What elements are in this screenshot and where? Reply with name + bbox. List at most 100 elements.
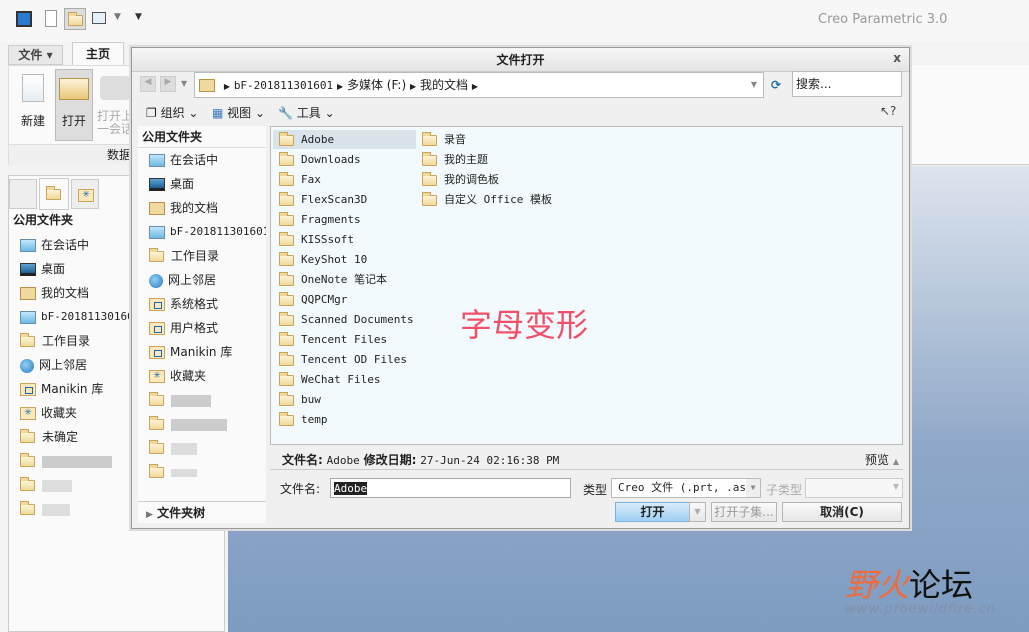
file-item[interactable]: Adobe — [273, 130, 416, 149]
path-segment[interactable]: bF-201811301601 — [234, 79, 333, 92]
chevron-down-icon[interactable]: ▼ — [114, 12, 121, 22]
folder-icon — [279, 331, 294, 346]
nav-item-documents[interactable]: 我的文档 — [149, 196, 266, 220]
subtype-select[interactable]: ▼ — [805, 478, 903, 498]
expand-arrow-icon: ▶ — [146, 510, 153, 520]
nav-item-network[interactable]: 网上邻居 — [149, 268, 266, 292]
folder-icon — [279, 391, 294, 406]
file-item[interactable]: 我的调色板 — [416, 170, 499, 189]
nav-item-blurred[interactable] — [149, 436, 266, 460]
working-dir-icon — [20, 333, 35, 347]
context-help-icon[interactable]: ↖? — [880, 104, 896, 118]
open-last-session-button[interactable]: 打开上 一会话 — [95, 70, 135, 140]
file-item[interactable]: KISSsoft — [273, 230, 354, 249]
favorites-icon: ✳ — [20, 407, 36, 420]
file-item[interactable]: Fax — [273, 170, 321, 189]
type-select[interactable]: Creo 文件 (.prt, .asm ▼ — [611, 478, 761, 498]
customize-icon[interactable]: ▼ — [135, 12, 142, 22]
path-segment[interactable]: 我的文档 — [420, 78, 468, 92]
address-bar[interactable]: ▶ bF-201811301601 ▶ 多媒体 (F:) ▶ 我的文档 ▶ ▼ — [194, 72, 764, 98]
preview-toggle[interactable]: 预览 ▲ — [865, 450, 899, 472]
overlay-annotation: 字母变形 — [460, 306, 589, 344]
close-button[interactable]: x — [893, 51, 901, 65]
nav-item-in-session[interactable]: 在会话中 — [149, 148, 266, 172]
organize-menu[interactable]: ❐ 组织 ⌄ — [146, 104, 198, 121]
folder-tree-toggle[interactable]: ▶ 文件夹树 — [138, 501, 266, 523]
path-segment[interactable]: 多媒体 (F:) — [347, 78, 406, 92]
tools-menu[interactable]: 🔧 工具 ⌄ — [278, 104, 335, 121]
search-input[interactable]: 搜索... — [792, 71, 902, 97]
new-file-icon[interactable] — [45, 10, 57, 27]
monitor-icon — [149, 154, 165, 167]
nav-item-working-dir[interactable]: 工作目录 — [149, 244, 266, 268]
refresh-icon[interactable]: ⟳ — [766, 73, 786, 97]
folder-icon — [20, 453, 35, 467]
nav-item-desktop[interactable]: 桌面 — [149, 172, 266, 196]
tools-icon: 🔧 — [278, 106, 293, 120]
folder-icon — [149, 416, 164, 430]
file-item[interactable]: FlexScan3D — [273, 190, 367, 209]
documents-icon — [149, 202, 165, 215]
folder-browser-tab[interactable] — [39, 178, 69, 210]
nav-item-favorites[interactable]: ✳ 收藏夹 — [149, 364, 266, 388]
folder-icon — [279, 131, 294, 146]
folder-icon — [46, 186, 61, 200]
nav-item-blurred[interactable] — [149, 460, 266, 484]
back-button[interactable]: ◀ — [140, 76, 156, 92]
favorites-icon: ✳ — [149, 370, 165, 383]
file-item[interactable]: KeyShot 10 — [273, 250, 367, 269]
forward-button[interactable]: ▶ — [160, 76, 176, 92]
file-item[interactable]: Fragments — [273, 210, 361, 229]
file-item[interactable]: Downloads — [273, 150, 361, 169]
open-last-icon — [100, 76, 130, 100]
file-item[interactable]: Scanned Documents — [273, 310, 414, 329]
file-item[interactable]: OneNote 笔记本 — [273, 270, 387, 289]
file-item[interactable]: temp — [273, 410, 328, 429]
history-dropdown-icon[interactable]: ▼ — [181, 79, 187, 88]
nav-item-system-formats[interactable]: 系统格式 — [149, 292, 266, 316]
file-item[interactable]: 录音 — [416, 130, 466, 149]
open-button[interactable]: 打开 — [615, 502, 690, 522]
blurred-label — [171, 468, 197, 477]
cancel-button[interactable]: 取消(C) — [782, 502, 902, 522]
folder-icon — [20, 477, 35, 491]
app-icon[interactable] — [16, 11, 32, 27]
folder-icon — [20, 501, 35, 515]
open-folder-icon — [59, 78, 89, 100]
file-item[interactable]: WeChat Files — [273, 370, 380, 389]
filename-input[interactable]: Adobe — [330, 478, 571, 498]
nav-item-blurred[interactable] — [149, 388, 266, 412]
folder-icon — [279, 311, 294, 326]
window-icon[interactable] — [92, 12, 106, 24]
network-icon — [20, 358, 34, 373]
tab-home[interactable]: 主页 — [72, 42, 124, 66]
file-item[interactable]: QQPCMgr — [273, 290, 347, 309]
favorites-tab[interactable]: ✳ — [71, 179, 99, 209]
new-button[interactable]: 新建 — [13, 70, 53, 140]
nav-item-user-formats[interactable]: 用户格式 — [149, 316, 266, 340]
file-item[interactable]: 我的主题 — [416, 150, 488, 169]
open-options-dropdown[interactable]: ▼ — [689, 502, 706, 522]
panel-header: 公用文件夹 — [13, 213, 74, 227]
folder-icon — [422, 171, 437, 186]
file-item[interactable]: 自定义 Office 模板 — [416, 190, 552, 209]
address-dropdown-icon[interactable]: ▼ — [751, 73, 757, 97]
nav-item-manikin[interactable]: Manikin 库 — [149, 340, 266, 364]
open-subset-button[interactable]: 打开子集... — [711, 502, 777, 522]
nav-item-computer[interactable]: bF-201811301601 — [149, 220, 266, 244]
new-icon — [22, 74, 44, 102]
tab-file[interactable]: 文件 ▾ — [8, 45, 63, 65]
file-item[interactable]: Tencent OD Files — [273, 350, 407, 369]
model-tree-tab[interactable] — [9, 179, 37, 209]
open-file-icon[interactable] — [64, 8, 86, 30]
app-title: Creo Parametric 3.0 — [818, 12, 948, 27]
monitor-icon — [20, 239, 36, 252]
open-button[interactable]: 打开 — [55, 69, 93, 141]
blurred-label — [42, 455, 112, 468]
file-item[interactable]: buw — [273, 390, 321, 409]
folder-icon — [279, 271, 294, 286]
blurred-label — [171, 394, 211, 407]
view-menu[interactable]: ▦ 视图 ⌄ — [212, 104, 265, 121]
file-item[interactable]: Tencent Files — [273, 330, 387, 349]
nav-item-blurred[interactable] — [149, 412, 266, 436]
